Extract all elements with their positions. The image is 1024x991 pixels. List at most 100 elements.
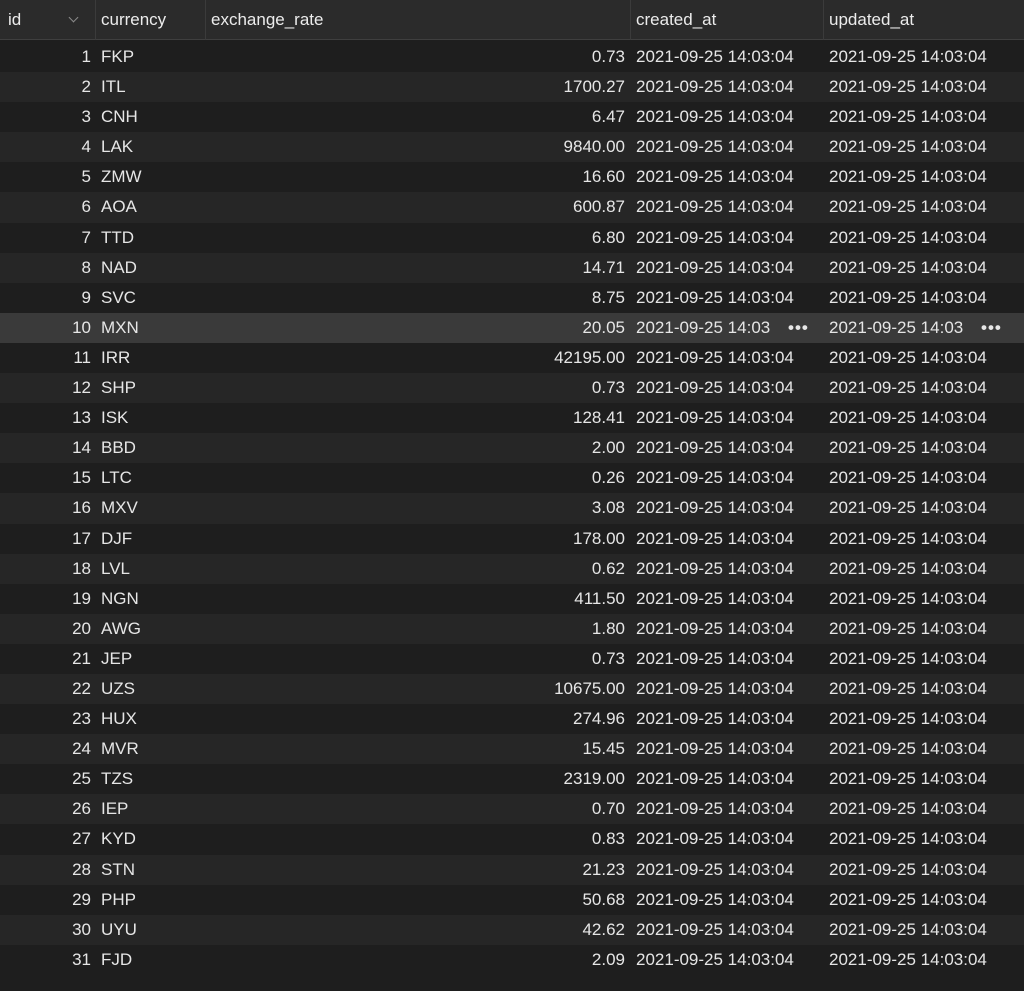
cell-id[interactable]: 27 — [0, 824, 95, 854]
cell-exchange-rate[interactable]: 42195.00 — [205, 343, 630, 373]
cell-id[interactable]: 26 — [0, 794, 95, 824]
cell-id[interactable]: 11 — [0, 343, 95, 373]
cell-exchange-rate[interactable]: 2319.00 — [205, 764, 630, 794]
cell-exchange-rate[interactable]: 0.70 — [205, 794, 630, 824]
cell-created-at[interactable]: 2021-09-25 14:03:04 — [636, 584, 822, 614]
cell-exchange-rate[interactable]: 0.62 — [205, 554, 630, 584]
cell-updated-at[interactable]: 2021-09-25 14:03:04 — [829, 162, 1024, 192]
cell-currency[interactable]: LTC — [101, 463, 205, 493]
cell-id[interactable]: 23 — [0, 704, 95, 734]
cell-id[interactable]: 14 — [0, 433, 95, 463]
table-row[interactable]: 11 IRR 42195.00 2021-09-25 14:03:04 2021-09-… — [0, 342, 1024, 374]
cell-updated-at[interactable]: 2021-09-25 14:03:04 — [829, 343, 1024, 373]
cell-currency[interactable]: HUX — [101, 704, 205, 734]
cell-currency[interactable]: CNH — [101, 102, 205, 132]
cell-exchange-rate[interactable]: 0.83 — [205, 824, 630, 854]
cell-created-at[interactable]: 2021-09-25 14:03:04 — [636, 192, 822, 222]
cell-created-at[interactable]: 2021-09-25 14:03:04 — [636, 734, 822, 764]
cell-id[interactable]: 17 — [0, 524, 95, 554]
cell-id[interactable]: 1 — [0, 42, 95, 72]
cell-exchange-rate[interactable]: 9840.00 — [205, 132, 630, 162]
cell-id[interactable]: 31 — [0, 945, 95, 975]
table-row[interactable]: 18 LVL 0.62 2021-09-25 14:03:04 2021-09-25 1… — [0, 553, 1024, 584]
cell-updated-at[interactable]: 2021-09-25 14:03:04 — [829, 42, 1024, 72]
cell-currency[interactable]: UYU — [101, 915, 205, 945]
table-row[interactable]: 12 SHP 0.73 2021-09-25 14:03:04 2021-09-25 1… — [0, 373, 1024, 404]
cell-id[interactable]: 6 — [0, 192, 95, 222]
cell-created-at[interactable]: 2021-09-25 14:03:04 — [636, 403, 822, 433]
cell-updated-at[interactable]: 2021-09-25 14:03:04 — [829, 614, 1024, 644]
cell-currency[interactable]: KYD — [101, 824, 205, 854]
cell-updated-at[interactable]: 2021-09-25 14:03:04 — [829, 824, 1024, 854]
table-row[interactable]: 19 NGN 411.50 2021-09-25 14:03:04 2021-09-25… — [0, 583, 1024, 614]
cell-updated-at[interactable]: 2021-09-25 14:03:04 — [829, 524, 1024, 554]
cell-created-at[interactable]: 2021-09-25 14:03:04 — [636, 644, 822, 674]
table-row[interactable]: 27 KYD 0.83 2021-09-25 14:03:04 2021-09-25 1… — [0, 824, 1024, 855]
more-icon[interactable]: ••• — [981, 313, 1002, 343]
column-header-updated-at[interactable]: updated_at — [823, 0, 1024, 40]
cell-created-at[interactable]: 2021-09-25 14:03:04 — [636, 493, 822, 523]
cell-updated-at[interactable]: 2021-09-25 14:03:04 — [829, 764, 1024, 794]
cell-updated-at[interactable]: 2021-09-25 14:03:04 — [829, 554, 1024, 584]
cell-created-at[interactable]: 2021-09-25 14:03 ••• — [636, 313, 822, 343]
cell-currency[interactable]: NAD — [101, 253, 205, 283]
cell-updated-at[interactable]: 2021-09-25 14:03:04 — [829, 915, 1024, 945]
table-row[interactable]: 6 AOA 600.87 2021-09-25 14:03:04 2021-09-25 … — [0, 192, 1024, 223]
cell-currency[interactable]: NGN — [101, 584, 205, 614]
table-row[interactable]: 23 HUX 274.96 2021-09-25 14:03:04 2021-09-25… — [0, 704, 1024, 735]
table-row[interactable]: 30 UYU 42.62 2021-09-25 14:03:04 2021-09-25 … — [0, 914, 1024, 945]
cell-currency[interactable]: MXV — [101, 493, 205, 523]
cell-created-at[interactable]: 2021-09-25 14:03:04 — [636, 524, 822, 554]
cell-currency[interactable]: ZMW — [101, 162, 205, 192]
cell-created-at[interactable]: 2021-09-25 14:03:04 — [636, 915, 822, 945]
cell-updated-at[interactable]: 2021-09-25 14:03:04 — [829, 373, 1024, 403]
cell-id[interactable]: 25 — [0, 764, 95, 794]
cell-updated-at[interactable]: 2021-09-25 14:03:04 — [829, 223, 1024, 253]
cell-currency[interactable]: LVL — [101, 554, 205, 584]
cell-currency[interactable]: MVR — [101, 734, 205, 764]
cell-created-at[interactable]: 2021-09-25 14:03:04 — [636, 945, 822, 975]
table-row[interactable]: 25 TZS 2319.00 2021-09-25 14:03:04 2021-09-2… — [0, 764, 1024, 795]
column-header-currency[interactable]: currency — [95, 0, 205, 40]
cell-currency[interactable]: TTD — [101, 223, 205, 253]
cell-updated-at[interactable]: 2021-09-25 14:03:04 — [829, 674, 1024, 704]
cell-exchange-rate[interactable]: 1700.27 — [205, 72, 630, 102]
cell-exchange-rate[interactable]: 16.60 — [205, 162, 630, 192]
table-row[interactable]: 29 PHP 50.68 2021-09-25 14:03:04 2021-09-25 … — [0, 884, 1024, 915]
cell-currency[interactable]: PHP — [101, 885, 205, 915]
cell-created-at[interactable]: 2021-09-25 14:03:04 — [636, 223, 822, 253]
cell-created-at[interactable]: 2021-09-25 14:03:04 — [636, 614, 822, 644]
cell-created-at[interactable]: 2021-09-25 14:03:04 — [636, 794, 822, 824]
cell-updated-at[interactable]: 2021-09-25 14:03:04 — [829, 704, 1024, 734]
table-row[interactable]: 16 MXV 3.08 2021-09-25 14:03:04 2021-09-25 1… — [0, 493, 1024, 524]
cell-currency[interactable]: IRR — [101, 343, 205, 373]
table-row[interactable]: 14 BBD 2.00 2021-09-25 14:03:04 2021-09-25 1… — [0, 433, 1024, 464]
cell-updated-at[interactable]: 2021-09-25 14:03:04 — [829, 734, 1024, 764]
cell-exchange-rate[interactable]: 42.62 — [205, 915, 630, 945]
cell-exchange-rate[interactable]: 178.00 — [205, 524, 630, 554]
cell-id[interactable]: 15 — [0, 463, 95, 493]
cell-currency[interactable]: AOA — [101, 192, 205, 222]
cell-created-at[interactable]: 2021-09-25 14:03:04 — [636, 433, 822, 463]
table-row[interactable]: 8 NAD 14.71 2021-09-25 14:03:04 2021-09-25 1… — [0, 252, 1024, 283]
cell-created-at[interactable]: 2021-09-25 14:03:04 — [636, 253, 822, 283]
table-row[interactable]: 3 CNH 6.47 2021-09-25 14:03:04 2021-09-25 14… — [0, 102, 1024, 133]
cell-exchange-rate[interactable]: 0.73 — [205, 373, 630, 403]
cell-exchange-rate[interactable]: 1.80 — [205, 614, 630, 644]
cell-currency[interactable]: ITL — [101, 72, 205, 102]
cell-updated-at[interactable]: 2021-09-25 14:03:04 — [829, 493, 1024, 523]
cell-id[interactable]: 3 — [0, 102, 95, 132]
cell-id[interactable]: 30 — [0, 915, 95, 945]
cell-id[interactable]: 5 — [0, 162, 95, 192]
cell-id[interactable]: 8 — [0, 253, 95, 283]
cell-id[interactable]: 28 — [0, 855, 95, 885]
cell-exchange-rate[interactable]: 274.96 — [205, 704, 630, 734]
cell-currency[interactable]: FKP — [101, 42, 205, 72]
cell-currency[interactable]: UZS — [101, 674, 205, 704]
cell-currency[interactable]: IEP — [101, 794, 205, 824]
table-row[interactable]: 26 IEP 0.70 2021-09-25 14:03:04 2021-09-25 1… — [0, 794, 1024, 825]
cell-exchange-rate[interactable]: 0.73 — [205, 42, 630, 72]
table-row-selected[interactable]: 10 MXN 20.05 2021-09-25 14:03 ••• 2021-09-25 … — [0, 312, 1024, 343]
cell-id[interactable]: 21 — [0, 644, 95, 674]
cell-updated-at[interactable]: 2021-09-25 14:03:04 — [829, 72, 1024, 102]
